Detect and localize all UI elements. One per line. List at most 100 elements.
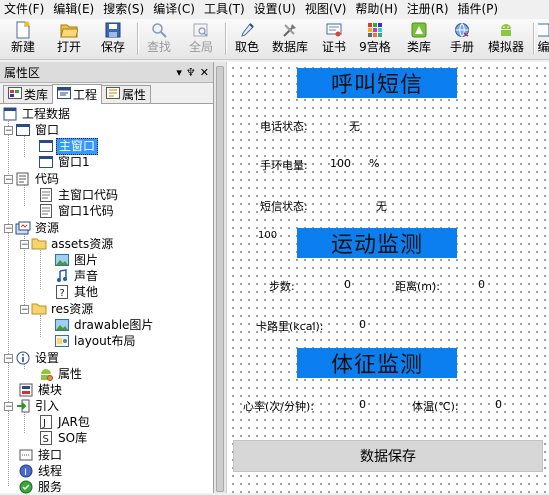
calories-label[interactable]: 卡路里(kcal): bbox=[256, 318, 324, 334]
resources-icon bbox=[15, 221, 31, 235]
menu-view[interactable]: 视图(V) bbox=[301, 0, 352, 18]
battery-label[interactable]: 手环电量: bbox=[260, 157, 308, 173]
tree-node-so[interactable]: S SO库 bbox=[38, 430, 89, 446]
collapse-toggle-icon[interactable]: − bbox=[4, 353, 13, 363]
heading-motion[interactable]: 运动监测 bbox=[297, 228, 457, 258]
tab-properties[interactable]: 属性 bbox=[101, 85, 152, 103]
sms-state-label[interactable]: 短信状态: bbox=[260, 198, 308, 214]
panel-pin-icon[interactable]: ♆ bbox=[186, 66, 196, 79]
tree-node-assets[interactable]: − assets资源 bbox=[20, 236, 115, 252]
tree-node-jar[interactable]: J JAR包 bbox=[38, 414, 92, 430]
panel-dropdown-icon[interactable]: ▾ bbox=[176, 66, 182, 79]
new-button[interactable]: 新建 bbox=[6, 21, 40, 57]
tree-root[interactable]: 工程数据 bbox=[2, 106, 72, 122]
distance-label[interactable]: 距离(m): bbox=[395, 278, 440, 294]
heart-rate-label[interactable]: 心率(次/分钟): bbox=[243, 398, 314, 414]
phone-state-label[interactable]: 电话状态: bbox=[260, 118, 308, 134]
tab-project[interactable]: 工程 bbox=[52, 84, 103, 104]
tab-class-library[interactable]: 类库 bbox=[3, 85, 54, 103]
database-tools-icon bbox=[281, 21, 299, 39]
music-note-icon bbox=[54, 269, 70, 283]
menu-settings[interactable]: 设置(U) bbox=[250, 0, 301, 18]
tree-node-main-code[interactable]: 主窗口代码 bbox=[38, 187, 120, 203]
class-library-button[interactable]: 类库 bbox=[402, 21, 436, 57]
tree-node-settings[interactable]: − 设置 bbox=[4, 350, 61, 366]
tree-node-resources[interactable]: − 资源 bbox=[4, 220, 61, 236]
manual-globe-icon bbox=[453, 21, 471, 39]
menu-register[interactable]: 注册(R) bbox=[403, 0, 454, 18]
distance-value[interactable]: 0 bbox=[478, 278, 485, 291]
collapse-toggle-icon[interactable]: − bbox=[4, 223, 13, 233]
tree-node-modules[interactable]: 模块 bbox=[18, 382, 64, 398]
progress-value[interactable]: 100 bbox=[258, 230, 277, 241]
collapse-toggle-icon[interactable]: − bbox=[20, 304, 29, 314]
modules-icon bbox=[18, 383, 34, 397]
window-icon bbox=[38, 155, 54, 169]
menu-file[interactable]: 文件(F) bbox=[0, 0, 49, 18]
steps-value[interactable]: 0 bbox=[344, 278, 351, 291]
panel-tabs: 类库 工程 属性 bbox=[0, 83, 213, 104]
phone-state-value[interactable]: 无 bbox=[349, 118, 360, 134]
android-attributes-icon bbox=[38, 367, 54, 381]
edit-button-partial[interactable]: 编 bbox=[538, 21, 549, 57]
code-folder-icon bbox=[15, 172, 31, 186]
nine-grid-button[interactable]: 9宫格 bbox=[357, 21, 393, 57]
sms-state-value[interactable]: 无 bbox=[376, 198, 387, 214]
tree-node-drawable[interactable]: drawable图片 bbox=[54, 317, 155, 333]
emulator-button[interactable]: 模拟器 bbox=[485, 21, 527, 57]
scrollbar-thumb[interactable] bbox=[216, 66, 224, 492]
save-data-button[interactable]: 数据保存 bbox=[233, 440, 543, 472]
menu-search[interactable]: 搜索(S) bbox=[99, 0, 149, 18]
project-tab-icon bbox=[57, 87, 72, 102]
tree-node-attributes[interactable]: 属性 bbox=[38, 366, 84, 382]
panel-title-bar: 属性区 ▾ ♆ ✕ bbox=[0, 62, 213, 83]
tree-node-main-window[interactable]: 主窗口 bbox=[38, 137, 99, 155]
battery-unit[interactable]: % bbox=[369, 157, 379, 170]
temperature-value[interactable]: 0 bbox=[495, 398, 502, 411]
tree-node-threads[interactable]: I 线程 bbox=[18, 463, 64, 479]
tree-node-res[interactable]: − res资源 bbox=[20, 301, 95, 317]
menu-compile[interactable]: 编译(C) bbox=[149, 0, 200, 18]
open-button[interactable]: 打开 bbox=[52, 21, 86, 57]
design-canvas[interactable]: 呼叫短信 电话状态: 无 手环电量: 100 % 短信状态: 无 100 运动监… bbox=[227, 62, 549, 493]
calories-value[interactable]: 0 bbox=[359, 318, 366, 331]
tree-node-images[interactable]: 图片 bbox=[54, 252, 100, 268]
collapse-toggle-icon[interactable]: − bbox=[4, 401, 13, 411]
menu-help[interactable]: 帮助(H) bbox=[351, 0, 402, 18]
manual-button[interactable]: 手册 bbox=[445, 21, 479, 57]
info-icon bbox=[15, 351, 31, 365]
tree-node-code[interactable]: − 代码 bbox=[4, 171, 61, 187]
tree-node-layout[interactable]: layout布局 bbox=[54, 333, 137, 349]
menu-tools[interactable]: 工具(T) bbox=[200, 0, 250, 18]
heading-call-sms[interactable]: 呼叫短信 bbox=[297, 68, 457, 98]
vertical-scrollbar[interactable] bbox=[214, 62, 227, 493]
temperature-label[interactable]: 体温(℃): bbox=[412, 398, 459, 414]
tree-node-window[interactable]: − 窗口 bbox=[4, 122, 61, 138]
global-search-button[interactable]: 全局 bbox=[184, 21, 218, 57]
database-button[interactable]: 数据库 bbox=[270, 21, 310, 57]
menu-edit[interactable]: 编辑(E) bbox=[49, 0, 99, 18]
heading-vitals[interactable]: 体征监测 bbox=[297, 348, 457, 378]
tree-node-interfaces[interactable]: 接口 bbox=[18, 447, 64, 463]
tree-node-sounds[interactable]: 声音 bbox=[54, 268, 100, 284]
tree-node-others[interactable]: ? 其他 bbox=[54, 284, 100, 300]
panel-close-icon[interactable]: ✕ bbox=[200, 66, 209, 79]
tree-node-window1[interactable]: 窗口1 bbox=[38, 154, 92, 170]
code-file-icon bbox=[38, 204, 54, 218]
steps-label[interactable]: 步数: bbox=[269, 278, 295, 294]
find-button[interactable]: 查找 bbox=[142, 21, 176, 57]
save-toolbar-button[interactable]: 保存 bbox=[96, 21, 130, 57]
battery-value[interactable]: 100 bbox=[330, 157, 351, 170]
collapse-toggle-icon[interactable]: − bbox=[20, 239, 29, 249]
floppy-disk-icon bbox=[104, 21, 122, 39]
heart-rate-value[interactable]: 0 bbox=[359, 398, 366, 411]
menu-plugins[interactable]: 插件(P) bbox=[454, 0, 504, 18]
tree-node-imports[interactable]: − 引入 bbox=[4, 398, 61, 414]
collapse-toggle-icon[interactable]: − bbox=[4, 174, 13, 184]
color-pick-button[interactable]: 取色 bbox=[230, 21, 264, 57]
unknown-file-icon: ? bbox=[54, 285, 70, 299]
jar-file-icon: J bbox=[38, 415, 54, 429]
certificate-button[interactable]: 证书 bbox=[319, 21, 349, 57]
tree-node-window1-code[interactable]: 窗口1代码 bbox=[38, 203, 116, 219]
collapse-toggle-icon[interactable]: − bbox=[4, 125, 13, 135]
